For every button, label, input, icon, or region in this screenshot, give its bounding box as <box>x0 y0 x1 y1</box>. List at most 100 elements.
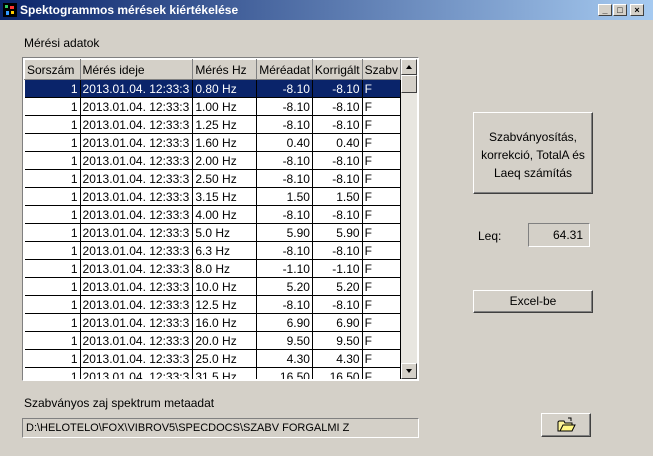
table-cell[interactable]: 25.0 Hz <box>192 349 258 368</box>
table-cell[interactable]: -8.10 <box>312 115 363 134</box>
table-cell[interactable]: 1 <box>24 259 81 278</box>
table-row[interactable]: 1 2013.01.04. 12:33:3 1.25 Hz -8.10 -8.10 F <box>24 115 401 134</box>
table-cell[interactable]: 6.3 Hz <box>192 241 258 260</box>
table-cell[interactable]: 1 <box>24 223 81 242</box>
table-cell[interactable]: 1.60 Hz <box>192 133 258 152</box>
table-row[interactable]: 1 2013.01.04. 12:33:3 5.0 Hz 5.90 5.90 F <box>24 223 401 242</box>
table-row[interactable]: 1 2013.01.04. 12:33:3 3.15 Hz 1.50 1.50 F <box>24 187 401 206</box>
table-cell[interactable]: 5.20 <box>312 277 363 296</box>
table-cell[interactable]: 2.50 Hz <box>192 169 258 188</box>
table-cell[interactable]: F <box>362 367 401 379</box>
table-cell[interactable]: -1.10 <box>256 259 313 278</box>
table-row[interactable]: 1 2013.01.04. 12:33:3 25.0 Hz 4.30 4.30 F <box>24 349 401 368</box>
table-cell[interactable]: 4.30 <box>256 349 313 368</box>
table-cell[interactable]: 0.40 <box>256 133 313 152</box>
table-cell[interactable]: F <box>362 133 401 152</box>
table-cell[interactable]: 1 <box>24 277 81 296</box>
table-cell[interactable]: 1.25 Hz <box>192 115 258 134</box>
table-cell[interactable]: 1 <box>24 79 81 98</box>
table-row[interactable]: 1 2013.01.04. 12:33:3 12.5 Hz -8.10 -8.10 F <box>24 295 401 314</box>
table-row[interactable]: 1 2013.01.04. 12:33:3 20.0 Hz 9.50 9.50 F <box>24 331 401 350</box>
column-header[interactable]: Mérés ideje <box>79 59 194 80</box>
column-header[interactable]: Mérés Hz <box>192 59 258 80</box>
table-cell[interactable]: 2013.01.04. 12:33:3 <box>80 169 194 188</box>
table-cell[interactable]: 2013.01.04. 12:33:3 <box>80 151 194 170</box>
table-cell[interactable]: 12.5 Hz <box>192 295 258 314</box>
table-row[interactable]: 1 2013.01.04. 12:33:3 6.3 Hz -8.10 -8.10 F <box>24 241 401 260</box>
table-cell[interactable]: F <box>362 169 401 188</box>
table-cell[interactable]: 2013.01.04. 12:33:3 <box>80 259 194 278</box>
table-cell[interactable]: 31.5 Hz <box>192 367 258 379</box>
table-cell[interactable]: F <box>362 313 401 332</box>
table-cell[interactable]: 1 <box>24 115 81 134</box>
table-cell[interactable]: F <box>362 187 401 206</box>
table-cell[interactable]: 1 <box>24 313 81 332</box>
scroll-down-button[interactable] <box>401 363 417 379</box>
table-cell[interactable]: 16.50 <box>312 367 363 379</box>
table-cell[interactable]: 2013.01.04. 12:33:3 <box>80 277 194 296</box>
table-cell[interactable]: F <box>362 295 401 314</box>
table-cell[interactable]: 5.20 <box>256 277 313 296</box>
grid-scrollbar[interactable] <box>401 59 417 379</box>
table-cell[interactable]: 5.90 <box>256 223 313 242</box>
table-cell[interactable]: 2013.01.04. 12:33:3 <box>80 97 194 116</box>
table-cell[interactable]: 1 <box>24 169 81 188</box>
table-cell[interactable]: 1 <box>24 367 81 379</box>
column-header[interactable]: Méréadat <box>256 59 313 80</box>
table-cell[interactable]: -1.10 <box>312 259 363 278</box>
table-cell[interactable]: F <box>362 151 401 170</box>
table-cell[interactable]: 2.00 Hz <box>192 151 258 170</box>
table-row[interactable]: 1 2013.01.04. 12:33:3 1.60 Hz 0.40 0.40 F <box>24 133 401 152</box>
table-row[interactable]: 1 2013.01.04. 12:33:3 10.0 Hz 5.20 5.20 F <box>24 277 401 296</box>
table-cell[interactable]: 2013.01.04. 12:33:3 <box>80 367 194 379</box>
table-cell[interactable]: -8.10 <box>256 169 313 188</box>
table-cell[interactable]: 6.90 <box>312 313 363 332</box>
scroll-thumb[interactable] <box>401 75 417 93</box>
table-cell[interactable]: F <box>362 331 401 350</box>
table-cell[interactable]: 2013.01.04. 12:33:3 <box>80 349 194 368</box>
column-header[interactable]: Sorszám <box>24 59 81 80</box>
table-cell[interactable]: 16.0 Hz <box>192 313 258 332</box>
table-cell[interactable]: -8.10 <box>312 241 363 260</box>
table-cell[interactable]: F <box>362 241 401 260</box>
table-cell[interactable]: 0.40 <box>312 133 363 152</box>
table-row[interactable]: 1 2013.01.04. 12:33:3 8.0 Hz -1.10 -1.10 F <box>24 259 401 278</box>
table-cell[interactable]: -8.10 <box>256 151 313 170</box>
table-cell[interactable]: 2013.01.04. 12:33:3 <box>80 79 194 98</box>
table-cell[interactable]: 3.15 Hz <box>192 187 258 206</box>
table-cell[interactable]: 2013.01.04. 12:33:3 <box>80 205 194 224</box>
table-cell[interactable]: -8.10 <box>256 295 313 314</box>
table-cell[interactable]: 2013.01.04. 12:33:3 <box>80 295 194 314</box>
table-cell[interactable]: 1 <box>24 295 81 314</box>
table-row[interactable]: 1 2013.01.04. 12:33:3 4.00 Hz -8.10 -8.10 F <box>24 205 401 224</box>
table-cell[interactable]: 2013.01.04. 12:33:3 <box>80 115 194 134</box>
table-cell[interactable]: 16.50 <box>256 367 313 379</box>
table-cell[interactable]: F <box>362 97 401 116</box>
maximize-button[interactable]: □ <box>613 4 627 16</box>
table-row[interactable]: 1 2013.01.04. 12:33:3 16.0 Hz 6.90 6.90 F <box>24 313 401 332</box>
table-cell[interactable]: -8.10 <box>256 241 313 260</box>
table-cell[interactable]: -8.10 <box>256 97 313 116</box>
table-cell[interactable]: 1.00 Hz <box>192 97 258 116</box>
table-row[interactable]: 1 2013.01.04. 12:33:3 2.50 Hz -8.10 -8.10 F <box>24 169 401 188</box>
table-cell[interactable]: 1 <box>24 349 81 368</box>
table-cell[interactable]: 6.90 <box>256 313 313 332</box>
table-cell[interactable]: F <box>362 79 401 98</box>
table-cell[interactable]: 2013.01.04. 12:33:3 <box>80 187 194 206</box>
minimize-button[interactable]: _ <box>598 4 612 16</box>
table-cell[interactable]: 1.50 <box>312 187 363 206</box>
table-cell[interactable]: 1 <box>24 205 81 224</box>
table-cell[interactable]: 5.0 Hz <box>192 223 258 242</box>
column-header[interactable]: Szabv <box>361 59 401 80</box>
table-cell[interactable]: 5.90 <box>312 223 363 242</box>
table-cell[interactable]: -8.10 <box>312 79 363 98</box>
table-row[interactable]: 1 2013.01.04. 12:33:3 2.00 Hz -8.10 -8.10 F <box>24 151 401 170</box>
table-cell[interactable]: 4.00 Hz <box>192 205 258 224</box>
table-cell[interactable]: 10.0 Hz <box>192 277 258 296</box>
table-cell[interactable]: 9.50 <box>312 331 363 350</box>
szabvanyositas-button[interactable]: Szabványosítás, korrekció, TotalA és Lae… <box>473 112 593 194</box>
table-row[interactable]: 1 2013.01.04. 12:33:3 31.5 Hz 16.50 16.50 F <box>24 367 401 379</box>
table-cell[interactable]: F <box>362 205 401 224</box>
table-cell[interactable]: 2013.01.04. 12:33:3 <box>80 223 194 242</box>
table-cell[interactable]: 2013.01.04. 12:33:3 <box>80 313 194 332</box>
